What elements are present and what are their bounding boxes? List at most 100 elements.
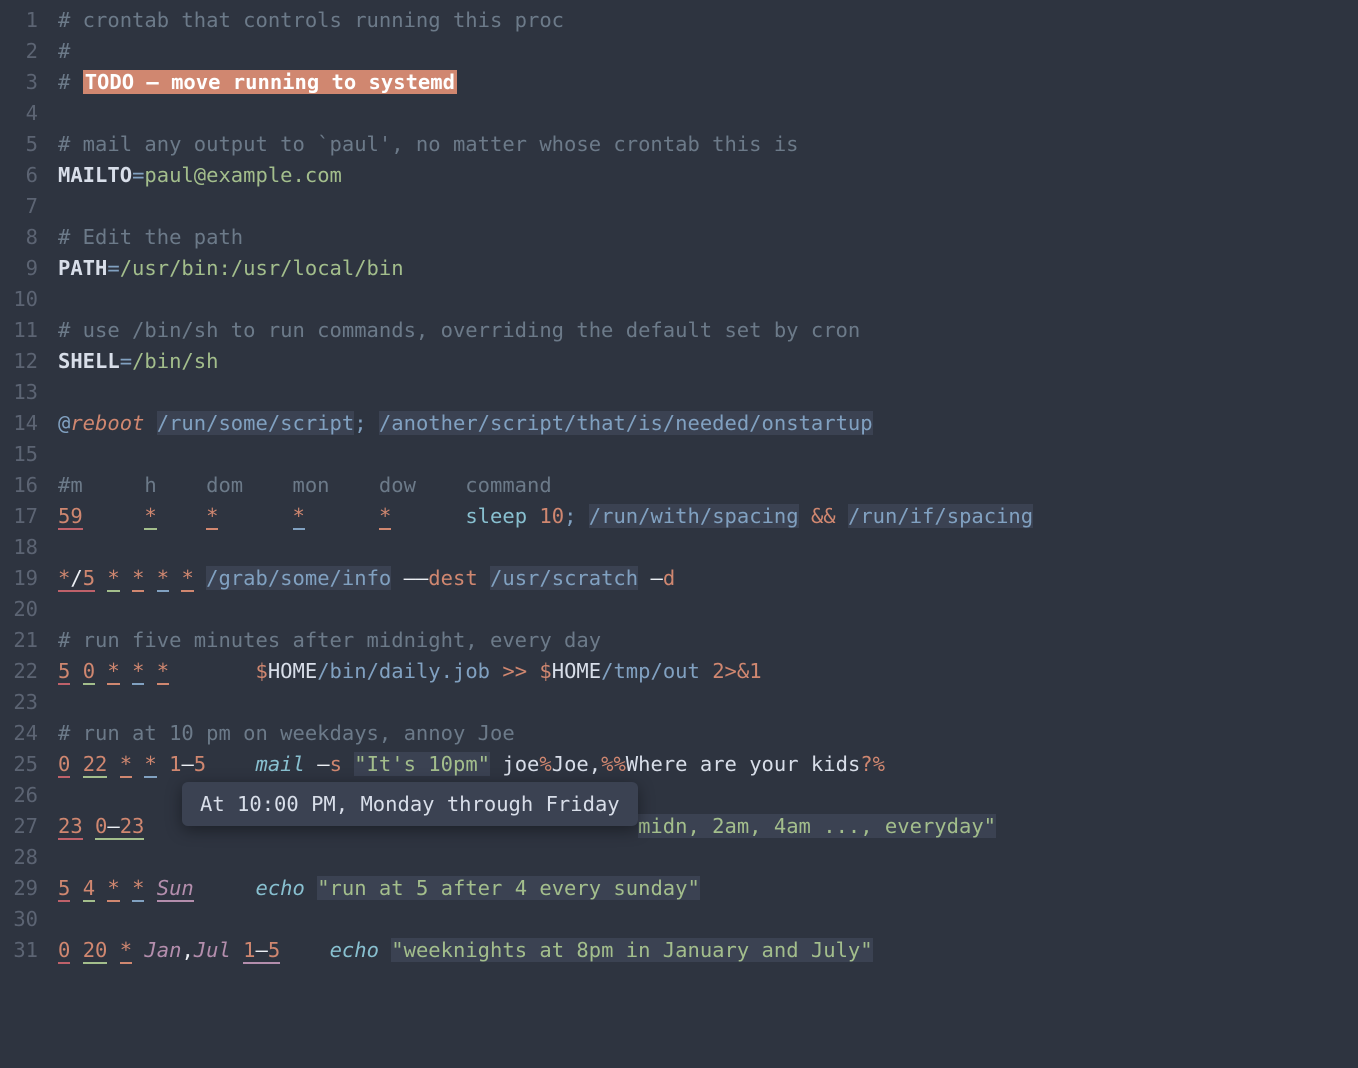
code-content[interactable]: PATH=/usr/bin:/usr/local/bin xyxy=(58,253,1358,284)
token xyxy=(305,876,317,900)
code-line[interactable]: 16#m h dom mon dow command xyxy=(0,470,1358,501)
code-line[interactable]: 14@reboot /run/some/script; /another/scr… xyxy=(0,408,1358,439)
token: && xyxy=(811,504,836,528)
code-line[interactable]: 24# run at 10 pm on weekdays, annoy Joe xyxy=(0,718,1358,749)
token xyxy=(157,504,206,528)
token xyxy=(144,566,156,590)
token: — xyxy=(181,752,193,776)
code-content[interactable]: @reboot /run/some/script; /another/scrip… xyxy=(58,408,1358,439)
code-line[interactable]: 250 22 * * 1—5 mail —s "It's 10pm" joe%J… xyxy=(0,749,1358,780)
code-line[interactable]: 7 xyxy=(0,191,1358,222)
token: 5 xyxy=(58,876,70,902)
token: # crontab that controls running this pro… xyxy=(58,8,564,32)
code-line[interactable]: 1759 * * * * sleep 10; /run/with/spacing… xyxy=(0,501,1358,532)
token: /run/some/script xyxy=(157,411,354,435)
code-content[interactable]: # xyxy=(58,36,1358,67)
code-line[interactable]: 310 20 * Jan,Jul 1—5 echo "weeknights at… xyxy=(0,935,1358,966)
token: & xyxy=(737,659,749,683)
token xyxy=(391,504,465,528)
code-content[interactable]: # mail any output to `paul', no matter w… xyxy=(58,129,1358,160)
token: 5 xyxy=(83,566,95,592)
token: /grab/some/info xyxy=(206,566,391,590)
code-line[interactable]: 19*/5 * * * * /grab/some/info ——dest /us… xyxy=(0,563,1358,594)
code-content[interactable]: # run five minutes after midnight, every… xyxy=(58,625,1358,656)
token: 23 xyxy=(120,814,145,840)
code-content[interactable]: SHELL=/bin/sh xyxy=(58,346,1358,377)
code-content[interactable]: MAILTO=paul@example.com xyxy=(58,160,1358,191)
token xyxy=(305,752,317,776)
code-content[interactable]: 5 0 * * * $HOME/bin/daily.job >> $HOME/t… xyxy=(58,656,1358,687)
token: joe xyxy=(502,752,539,776)
line-number: 4 xyxy=(0,98,58,129)
code-line[interactable]: 21# run five minutes after midnight, eve… xyxy=(0,625,1358,656)
token: 23 xyxy=(58,814,83,840)
token xyxy=(157,752,169,776)
code-line[interactable]: 11# use /bin/sh to run commands, overrid… xyxy=(0,315,1358,346)
token: / xyxy=(70,566,82,592)
code-line[interactable]: 6MAILTO=paul@example.com xyxy=(0,160,1358,191)
token xyxy=(120,876,132,900)
code-line[interactable]: 295 4 * * Sun echo "run at 5 after 4 eve… xyxy=(0,873,1358,904)
token: * xyxy=(379,504,391,530)
code-line[interactable]: 10 xyxy=(0,284,1358,315)
token: 0 xyxy=(83,659,95,685)
code-line[interactable]: 13 xyxy=(0,377,1358,408)
code-content[interactable]: 59 * * * * sleep 10; /run/with/spacing &… xyxy=(58,501,1358,532)
token: # xyxy=(58,70,83,94)
token xyxy=(280,938,329,962)
code-content[interactable]: # crontab that controls running this pro… xyxy=(58,5,1358,36)
token: Jan xyxy=(144,938,181,962)
token: #m h dom mon dow command xyxy=(58,473,552,497)
token xyxy=(120,659,132,683)
code-content[interactable]: 0 22 * * 1—5 mail —s "It's 10pm" joe%Joe… xyxy=(58,749,1358,780)
token: Jul xyxy=(194,938,231,962)
token: /bin/sh xyxy=(132,349,218,373)
token: 5 xyxy=(58,659,70,685)
code-content[interactable]: 0 20 * Jan,Jul 1—5 echo "weeknights at 8… xyxy=(58,935,1358,966)
token: * xyxy=(293,504,305,530)
token: * xyxy=(144,752,156,778)
code-line[interactable]: 18 xyxy=(0,532,1358,563)
code-line[interactable]: 8# Edit the path xyxy=(0,222,1358,253)
code-content[interactable]: # Edit the path xyxy=(58,222,1358,253)
code-line[interactable]: 30 xyxy=(0,904,1358,935)
code-line[interactable]: 23 xyxy=(0,687,1358,718)
token: HOME xyxy=(268,659,317,683)
token: @ xyxy=(58,411,70,435)
code-line[interactable]: 3# TODO — move running to systemd xyxy=(0,67,1358,98)
line-number: 26 xyxy=(0,780,58,811)
code-content[interactable]: 5 4 * * Sun echo "run at 5 after 4 every… xyxy=(58,873,1358,904)
code-content[interactable]: # TODO — move running to systemd xyxy=(58,67,1358,98)
token xyxy=(83,504,145,528)
token: "weeknights at 8pm in January and July" xyxy=(391,938,872,962)
code-line[interactable]: 5# mail any output to `paul', no matter … xyxy=(0,129,1358,160)
code-line[interactable]: 1# crontab that controls running this pr… xyxy=(0,5,1358,36)
token: /usr/bin:/usr/local/bin xyxy=(120,256,404,280)
token: # xyxy=(58,39,70,63)
code-line[interactable]: 225 0 * * * $HOME/bin/daily.job >> $HOME… xyxy=(0,656,1358,687)
code-content[interactable]: # use /bin/sh to run commands, overridin… xyxy=(58,315,1358,346)
code-line[interactable]: 15 xyxy=(0,439,1358,470)
code-line[interactable]: 28 xyxy=(0,842,1358,873)
code-content[interactable]: */5 * * * * /grab/some/info ——dest /usr/… xyxy=(58,563,1358,594)
token xyxy=(95,566,107,590)
code-content[interactable]: # run at 10 pm on weekdays, annoy Joe xyxy=(58,718,1358,749)
line-number: 22 xyxy=(0,656,58,687)
code-content[interactable]: #m h dom mon dow command xyxy=(58,470,1358,501)
token: 5 xyxy=(268,938,280,964)
token xyxy=(799,504,811,528)
line-number: 7 xyxy=(0,191,58,222)
code-line[interactable]: 12SHELL=/bin/sh xyxy=(0,346,1358,377)
token: * xyxy=(206,504,218,530)
token xyxy=(638,566,650,590)
token xyxy=(132,938,144,962)
line-number: 24 xyxy=(0,718,58,749)
token: /tmp/out xyxy=(601,659,700,683)
token: * xyxy=(58,566,70,592)
code-line[interactable]: 2# xyxy=(0,36,1358,67)
code-line[interactable]: 4 xyxy=(0,98,1358,129)
token xyxy=(70,876,82,900)
code-line[interactable]: 9PATH=/usr/bin:/usr/local/bin xyxy=(0,253,1358,284)
token: 1 xyxy=(243,938,255,964)
code-line[interactable]: 20 xyxy=(0,594,1358,625)
